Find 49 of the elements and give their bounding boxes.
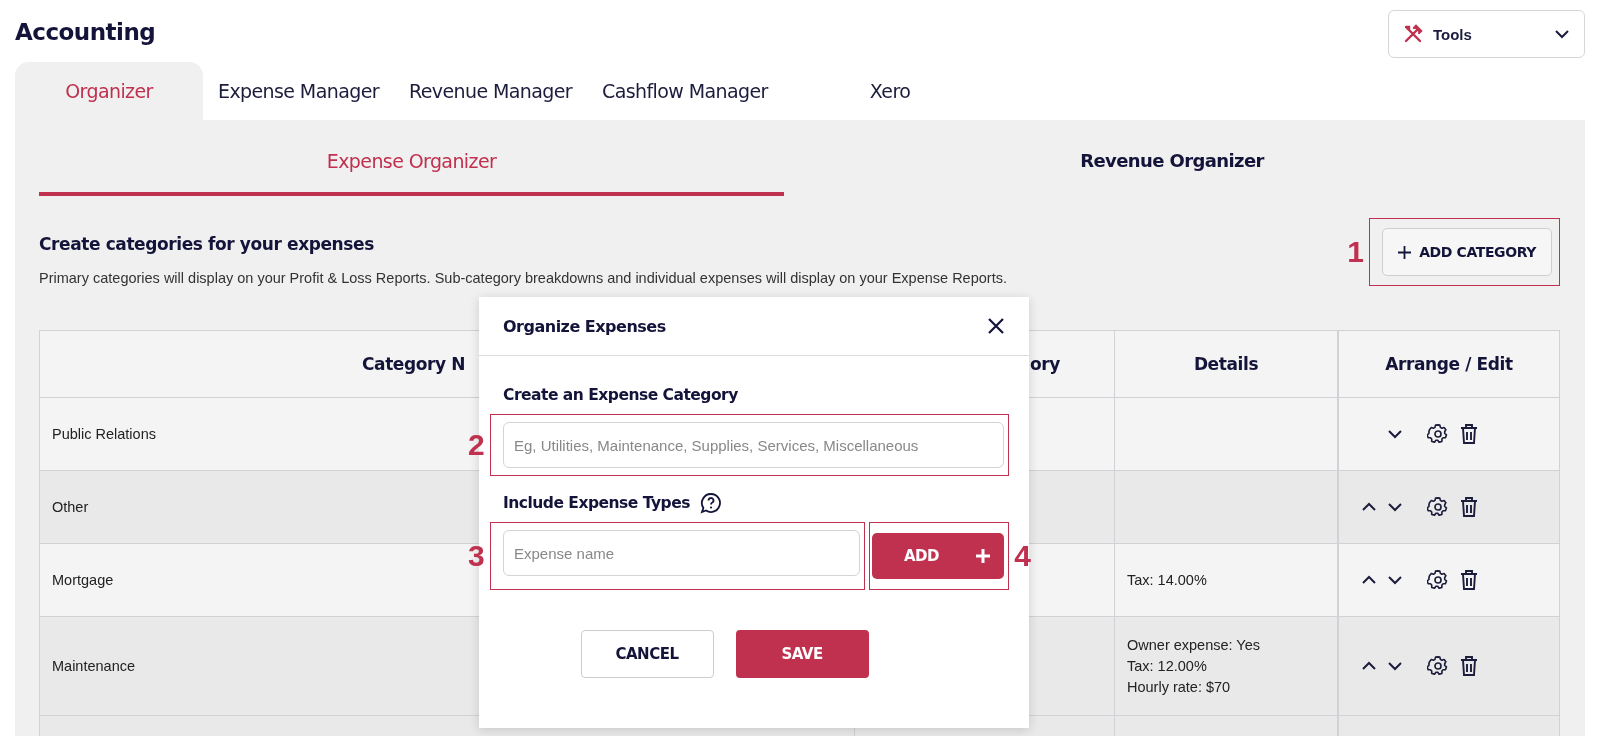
detail-text: Owner expense: Yes: [1127, 635, 1260, 655]
field-label: Include Expense Types: [503, 494, 690, 512]
tools-dropdown[interactable]: Tools: [1388, 10, 1585, 58]
sub-tab[interactable]: Revenue Organizer: [784, 120, 1560, 196]
delete-icon[interactable]: [1459, 569, 1479, 591]
column-header: Arrange / Edit: [1338, 331, 1559, 397]
tools-icon: [1403, 24, 1423, 44]
close-icon: [987, 317, 1005, 335]
chevron-up-icon[interactable]: [1361, 661, 1377, 671]
chevron-down-icon[interactable]: [1387, 429, 1403, 439]
nav-tab[interactable]: Revenue Manager: [393, 62, 588, 120]
detail-text: Tax: 14.00%: [1127, 570, 1207, 590]
callout-number: 2: [468, 428, 485, 462]
page-title: Accounting: [15, 19, 156, 45]
detail-text: Tax: 12.00%: [1127, 656, 1207, 676]
settings-icon[interactable]: [1427, 496, 1449, 518]
nav-tab[interactable]: Cashflow Manager: [587, 62, 783, 120]
section-heading: Create categories for your expenses: [39, 234, 375, 254]
settings-icon[interactable]: [1427, 655, 1449, 677]
settings-icon[interactable]: [1427, 569, 1449, 591]
close-button[interactable]: [987, 317, 1005, 335]
callout-number: 1: [1347, 235, 1364, 269]
settings-icon[interactable]: [1427, 423, 1449, 445]
section-description: Primary categories will display on your Profit & Loss Reports. Sub-category breakdowns and individual expenses will display on your Expense Reports.: [39, 270, 1007, 286]
nav-tab[interactable]: Xero: [854, 62, 926, 120]
plus-icon: [1398, 245, 1412, 259]
chevron-down-icon[interactable]: [1387, 502, 1403, 512]
plus-icon: [976, 549, 990, 563]
add-category-button[interactable]: ADD CATEGORY: [1382, 228, 1552, 276]
cancel-button[interactable]: CANCEL: [580, 630, 714, 678]
chevron-down-icon[interactable]: [1387, 661, 1403, 671]
add-button[interactable]: ADD: [872, 533, 1004, 579]
caret-icon[interactable]: [1554, 29, 1570, 39]
chevron-down-icon[interactable]: [1387, 575, 1403, 585]
chevron-up-icon[interactable]: [1361, 575, 1377, 585]
save-button[interactable]: SAVE: [735, 630, 869, 678]
delete-icon[interactable]: [1459, 423, 1479, 445]
column-header: Details: [1115, 331, 1338, 397]
help-icon[interactable]: [699, 492, 722, 514]
callout-number: 4: [1014, 539, 1031, 573]
category-name-field[interactable]: Eg, Utilities, Maintenance, Supplies, Services, Miscellaneous: [503, 422, 1004, 468]
nav-tab[interactable]: Organizer: [15, 62, 203, 120]
nav-tab[interactable]: Expense Manager: [203, 62, 394, 120]
detail-text: Hourly rate: $70: [1127, 677, 1231, 697]
expense-name-field[interactable]: Expense name: [503, 530, 860, 576]
chevron-up-icon[interactable]: [1361, 502, 1377, 512]
sub-tab[interactable]: Expense Organizer: [39, 120, 784, 196]
delete-icon[interactable]: [1459, 496, 1479, 518]
delete-icon[interactable]: [1459, 655, 1479, 677]
